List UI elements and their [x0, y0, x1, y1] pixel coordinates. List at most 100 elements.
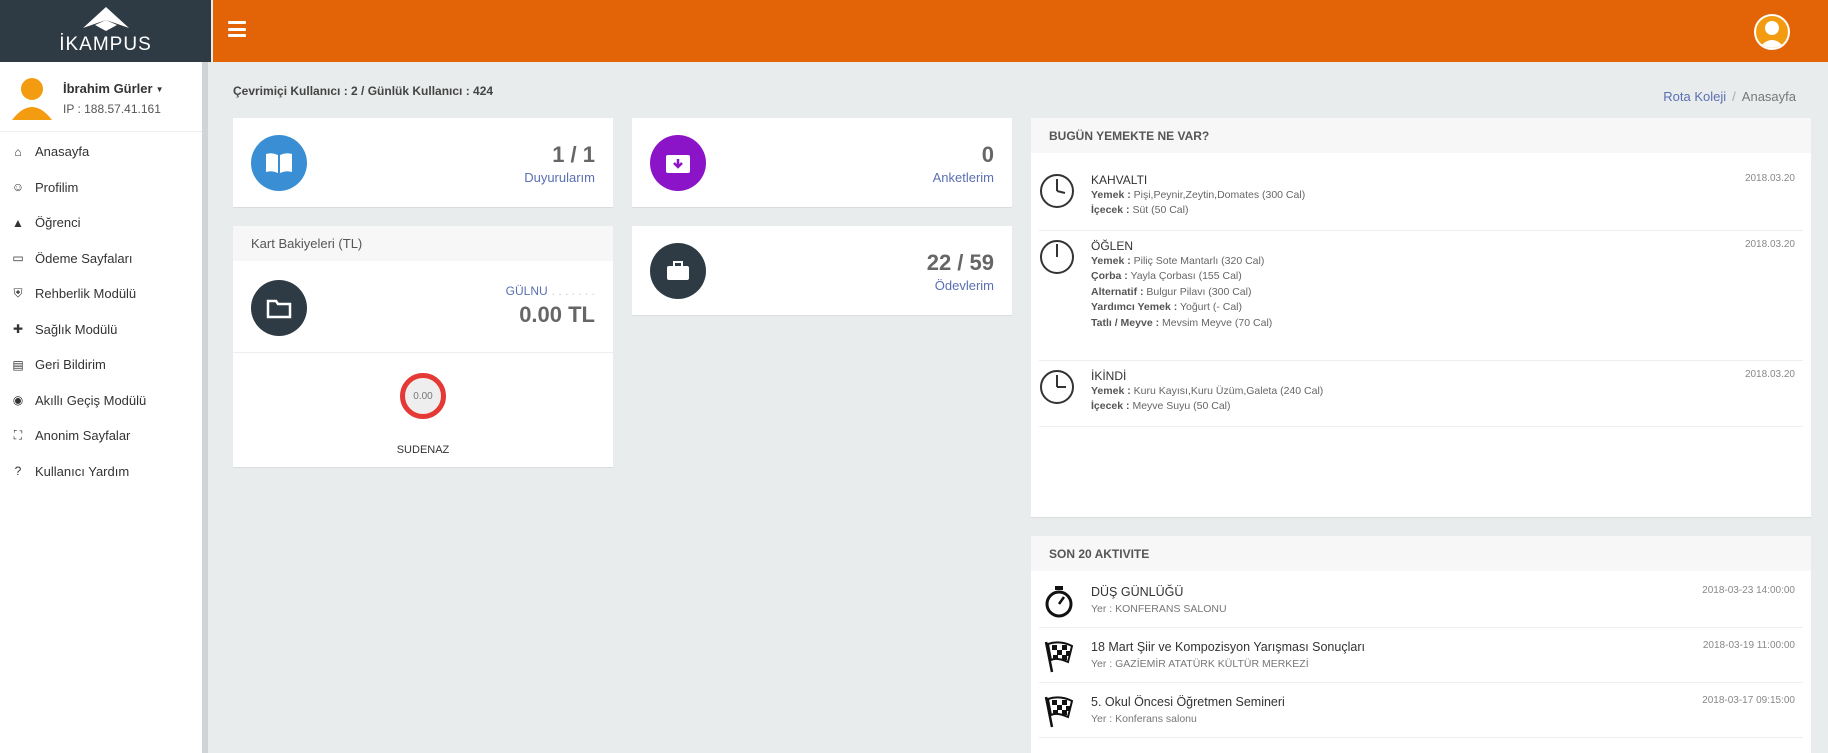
- home-icon: ⌂: [14, 144, 22, 159]
- gauge-student: SUDENAZ: [396, 444, 450, 456]
- meal-line: Yemek : Pişi,Peynir,Zeytin,Domates (300 …: [1091, 189, 1306, 201]
- sidebar-item-geri-bildirim[interactable]: ▤ Geri Bildirim: [0, 347, 202, 383]
- logo[interactable]: İKAMPUS: [0, 0, 211, 62]
- bandage-icon: ✚: [12, 322, 24, 337]
- sidebar-item-anonim[interactable]: ⛶ Anonim Sayfalar: [0, 418, 202, 454]
- homework-link[interactable]: Ödevlerim: [935, 278, 994, 293]
- meals-title: BUGÜN YEMEKTE NE VAR?: [1031, 118, 1811, 153]
- gauge-value: 0.00: [413, 390, 433, 402]
- sidebar-item-label: Profilim: [35, 179, 79, 195]
- sidebar-item-ogrenci[interactable]: ▲ Öğrenci: [0, 205, 202, 241]
- meal-item: ÖĞLEN 2018.03.20 Yemek : Piliç Sote Mant…: [1039, 231, 1803, 361]
- breadcrumb: Rota Koleji / Anasayfa: [1663, 89, 1796, 104]
- sidebar-item-saglik[interactable]: ✚ Sağlık Modülü: [0, 312, 202, 348]
- expand-icon: ⛶: [13, 428, 23, 443]
- surveys-link[interactable]: Anketlerim: [933, 170, 994, 185]
- masked-surname: . . . . . . .: [551, 284, 595, 298]
- meal-line: Yardımcı Yemek : Yoğurt (- Cal): [1091, 301, 1242, 313]
- meal-line: İçecek : Meyve Suyu (50 Cal): [1091, 400, 1231, 412]
- user-avatar[interactable]: [12, 76, 52, 120]
- sidebar-menu: ⌂ Anasayfa ☺ Profilim ▲ Öğrenci ▭ Ödeme Sayf…: [0, 134, 202, 489]
- announcements-count: 1 / 1: [552, 142, 595, 167]
- meal-item: KAHVALTI 2018.03.20 Yemek : Pişi,Peynir,…: [1039, 165, 1803, 231]
- folder-icon: [251, 280, 307, 336]
- meal-line: Alternatif : Bulgur Pilavı (300 Cal): [1091, 286, 1252, 298]
- meal-title: ÖĞLEN: [1091, 239, 1134, 253]
- activity-date: 2018-03-17 09:15:00: [1702, 695, 1795, 706]
- sidebar-item-label: Anasayfa: [35, 144, 90, 160]
- user-panel: İbrahim Gürler ▼ IP : 188.57.41.161: [0, 62, 202, 132]
- activity-date: 2018-03-23 14:00:00: [1702, 585, 1795, 596]
- balance-gauge: 0.00: [400, 373, 446, 419]
- sidebar-item-akilli-gecis[interactable]: ◉ Akıllı Geçiş Modülü: [0, 383, 202, 419]
- credit-card-icon: ▭: [12, 251, 24, 266]
- activities-title: SON 20 AKTIVITE: [1031, 536, 1811, 571]
- card-balance-card: Kart Bakiyeleri (TL) GÜLNU. . . . . . . …: [233, 226, 613, 468]
- meal-line: Yemek : Piliç Sote Mantarlı (320 Cal): [1091, 255, 1265, 267]
- sidebar-item-yardim[interactable]: ? Kullanıcı Yardım: [0, 454, 202, 490]
- activity-title: DÜŞ GÜNLÜĞÜ: [1091, 585, 1184, 599]
- homework-card: 22 / 59 Ödevlerim: [632, 226, 1012, 316]
- online-users: Çevrimiçi Kullanıcı : 2 / Günlük Kullanı…: [233, 84, 494, 98]
- user-ip: IP : 188.57.41.161: [63, 102, 161, 116]
- meal-date: 2018.03.20: [1744, 239, 1795, 250]
- smiley-icon: ☺: [11, 180, 25, 195]
- meal-line: Yemek : Kuru Kayısı,Kuru Üzüm,Galeta (24…: [1091, 385, 1324, 397]
- breadcrumb-current: Anasayfa: [1741, 89, 1796, 104]
- user-avatar-top[interactable]: [1754, 14, 1790, 50]
- surveys-count: 0: [981, 142, 994, 167]
- sidebar-item-odeme[interactable]: ▭ Ödeme Sayfaları: [0, 241, 202, 277]
- checkered-flag-icon: [1044, 641, 1074, 673]
- activity-title: 18 Mart Şiir ve Kompozisyon Yarışması So…: [1091, 640, 1365, 654]
- sidebar-item-label: Anonim Sayfalar: [35, 428, 131, 444]
- user-name[interactable]: İbrahim Gürler ▼: [63, 81, 164, 96]
- inbox-download-icon: [650, 135, 706, 191]
- checkered-flag-icon: [1044, 696, 1074, 728]
- homework-count: 22 / 59: [926, 250, 994, 275]
- activity-item[interactable]: DÜŞ GÜNLÜĞÜ Yer : KONFERANS SALONU 2018-…: [1039, 573, 1803, 628]
- breadcrumb-school[interactable]: Rota Koleji: [1663, 89, 1726, 104]
- clock-icon: [1040, 240, 1074, 274]
- meal-line: İçecek : Süt (50 Cal): [1091, 204, 1189, 216]
- announcements-card: 1 / 1 Duyurularım: [233, 118, 613, 208]
- meal-date: 2018.03.20: [1744, 173, 1795, 184]
- student-name-text: GÜLNU: [505, 284, 548, 298]
- sidebar-item-profilim[interactable]: ☺ Profilim: [0, 170, 202, 206]
- activity-date: 2018-03-19 11:00:00: [1702, 640, 1795, 651]
- activity-title: 5. Okul Öncesi Öğretmen Semineri: [1091, 695, 1285, 709]
- sidebar-item-label: Sağlık Modülü: [35, 321, 118, 337]
- meals-panel: BUGÜN YEMEKTE NE VAR? KAHVALTI 2018.03.2…: [1031, 118, 1811, 518]
- notebook-icon: ▤: [12, 357, 24, 372]
- sidebar-item-label: Kullanıcı Yardım: [35, 463, 130, 479]
- announcements-link[interactable]: Duyurularım: [524, 170, 595, 185]
- activity-item[interactable]: 18 Mart Şiir ve Kompozisyon Yarışması So…: [1039, 628, 1803, 683]
- briefcase-icon: [650, 243, 706, 299]
- meal-line: Tatlı / Meyve : Mevsim Meyve (70 Cal): [1091, 317, 1273, 329]
- caret-down-icon: ▼: [155, 85, 164, 95]
- sidebar-item-rehberlik[interactable]: ⛨ Rehberlik Modülü: [0, 276, 202, 312]
- card-balance-title: Kart Bakiyeleri (TL): [233, 226, 613, 261]
- graduation-cap-icon: ▲: [12, 215, 24, 230]
- meal-line: Çorba : Yayla Çorbası (155 Cal): [1091, 270, 1242, 282]
- student-name: GÜLNU. . . . . . .: [506, 284, 595, 298]
- activity-place: Yer : KONFERANS SALONU: [1091, 603, 1227, 615]
- meal-item: İKİNDİ 2018.03.20 Yemek : Kuru Kayısı,Ku…: [1039, 361, 1803, 427]
- activity-place: Yer : Konferans salonu: [1091, 713, 1197, 725]
- balance-amount: 0.00 TL: [519, 302, 595, 327]
- meal-title: KAHVALTI: [1091, 173, 1148, 187]
- stopwatch-icon: [1045, 586, 1073, 618]
- meals-title-text: BUGÜN YEMEKTE NE VAR?: [1049, 128, 1210, 143]
- activities-title-text: SON 20 AKTIVITE: [1049, 546, 1150, 561]
- card-balance-title-text: Kart Bakiyeleri (TL): [251, 236, 363, 251]
- user-name-text: İbrahim Gürler: [63, 81, 153, 96]
- menu-toggle-icon[interactable]: [228, 21, 246, 37]
- meal-title: İKİNDİ: [1091, 369, 1127, 383]
- sidebar-item-label: Rehberlik Modülü: [35, 286, 137, 302]
- top-bar: [213, 0, 1828, 62]
- sidebar-item-anasayfa[interactable]: ⌂ Anasayfa: [0, 134, 202, 170]
- meal-date: 2018.03.20: [1744, 369, 1795, 380]
- sidebar-item-label: Öğrenci: [35, 215, 81, 231]
- activity-item[interactable]: 5. Okul Öncesi Öğretmen Semineri Yer : K…: [1039, 683, 1803, 738]
- question-circle-icon: ?: [14, 464, 22, 479]
- clock-icon: [1040, 174, 1074, 208]
